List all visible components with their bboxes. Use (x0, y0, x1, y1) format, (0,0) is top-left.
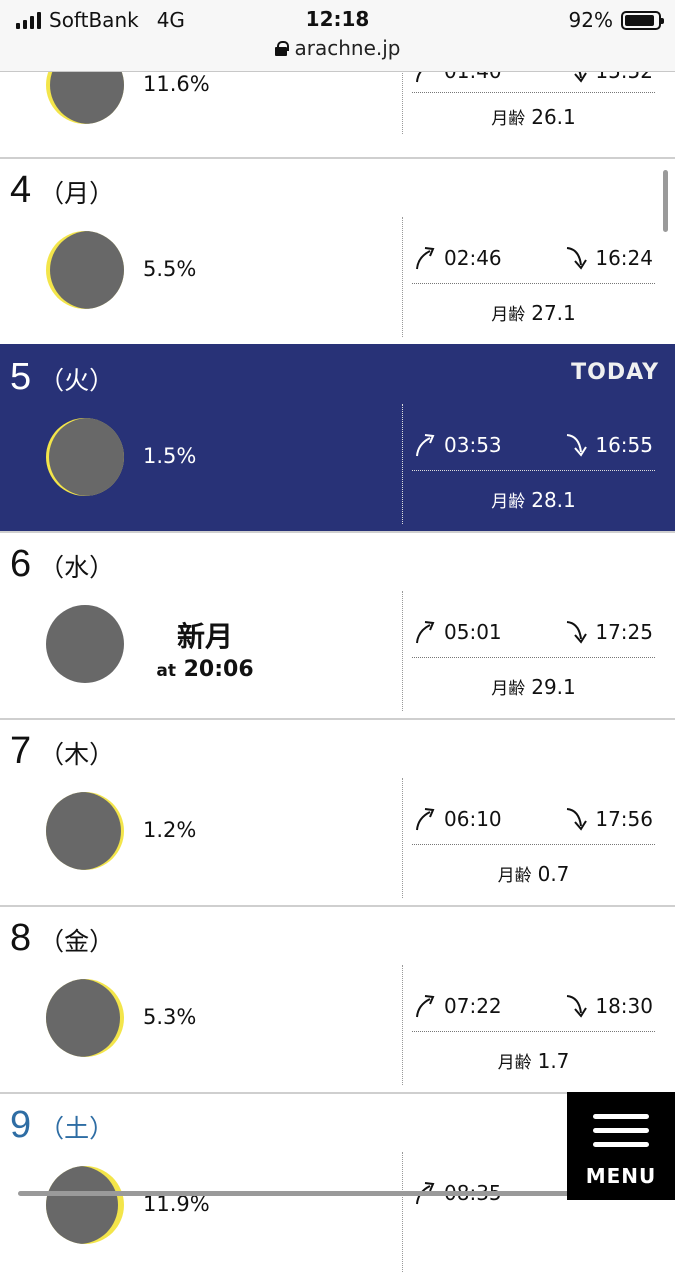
day-date: 6（水） (10, 543, 114, 586)
moonrise: 05:01 (414, 619, 502, 645)
moon-age: 月齢0.7 (412, 861, 655, 886)
moonset-arrow-icon (565, 619, 589, 645)
moon-age: 月齢26.1 (412, 104, 655, 129)
day-row-8[interactable]: 8（金） 5.3% 07:22 18:30 月齢1.7 (0, 905, 675, 1092)
moonset: 16:24 (565, 245, 653, 271)
day-row-6[interactable]: 6（水） 新月 at 20:06 05:01 17:25 月齢29.1 (0, 531, 675, 718)
day-row-4[interactable]: 4（月） 5.5% 02:46 16:24 月齢27.1 (0, 157, 675, 344)
moonset-arrow-icon (565, 432, 589, 458)
moonset: 17:56 (565, 806, 653, 832)
moonset-arrow-icon (565, 806, 589, 832)
phase-event: 新月 at 20:06 (145, 615, 265, 682)
hamburger-icon (593, 1114, 649, 1156)
battery-icon (621, 11, 661, 30)
moonset-arrow-icon (565, 993, 589, 1019)
moonrise: 07:22 (414, 993, 502, 1019)
today-badge: TODAY (571, 360, 659, 385)
moonrise: 03:53 (414, 432, 502, 458)
moon-phase-icon (46, 1166, 124, 1244)
day-date: 9（土） (10, 1104, 114, 1147)
moonrise-arrow-icon (414, 432, 438, 458)
moonrise-arrow-icon (414, 993, 438, 1019)
address-bar[interactable]: arachne.jp (0, 36, 675, 60)
moonset: 17:25 (565, 619, 653, 645)
menu-button[interactable]: MENU (567, 1092, 675, 1200)
battery-percent: 92% (569, 8, 613, 32)
illumination-percent: 11.6% (143, 72, 210, 96)
moon-phase-icon (46, 418, 124, 496)
moon-age: 月齢28.1 (412, 487, 655, 512)
moonrise: 02:46 (414, 245, 502, 271)
moon-phase-icon (46, 792, 124, 870)
browser-status-bar: SoftBank 4G 12:18 92% arachne.jp (0, 0, 675, 72)
illumination-percent: 1.2% (143, 818, 196, 842)
day-date: 8（金） (10, 917, 114, 960)
day-row-5-today[interactable]: 5（火） TODAY 1.5% 03:53 16:55 月齢28.1 (0, 344, 675, 531)
day-date: 7（木） (10, 730, 114, 773)
moonrise-arrow-icon (414, 806, 438, 832)
url-text: arachne.jp (295, 36, 401, 60)
day-date: 4（月） (10, 169, 114, 212)
moonset-arrow-icon (565, 245, 589, 271)
menu-label: MENU (567, 1164, 675, 1188)
moonrise: 06:10 (414, 806, 502, 832)
moon-age: 月齢1.7 (412, 1048, 655, 1073)
day-date: 5（火） (10, 356, 114, 399)
moon-age: 月齢27.1 (412, 300, 655, 325)
illumination-percent: 5.3% (143, 1005, 196, 1029)
illumination-percent: 1.5% (143, 444, 196, 468)
moon-age: 月齢29.1 (412, 674, 655, 699)
moonrise-arrow-icon (414, 245, 438, 271)
horizontal-scroll-indicator (18, 1191, 578, 1196)
new-moon-icon (46, 605, 124, 683)
moon-phase-icon (46, 979, 124, 1057)
lock-icon (275, 41, 287, 56)
moonset: 16:55 (565, 432, 653, 458)
moonset: 18:30 (565, 993, 653, 1019)
moon-phase-icon (46, 231, 124, 309)
moonrise-arrow-icon (414, 619, 438, 645)
illumination-percent: 5.5% (143, 257, 196, 281)
day-row-7[interactable]: 7（木） 1.2% 06:10 17:56 月齢0.7 (0, 718, 675, 905)
vertical-scrollbar[interactable] (663, 170, 668, 232)
